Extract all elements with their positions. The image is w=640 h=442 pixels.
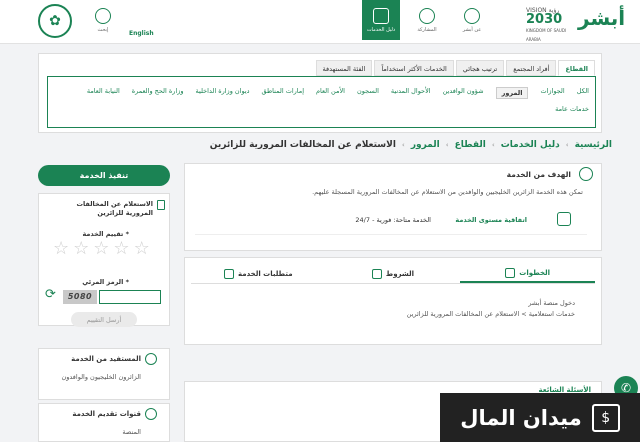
catalog-tabs: القطاع أفراد المجتمع ترتيب هجائي الخدمات… — [314, 60, 595, 76]
goal-title: الهدف من الخدمة — [506, 170, 571, 179]
tab-community[interactable]: أفراد المجتمع — [506, 60, 557, 76]
tab-most-used[interactable]: الخدمات الأكثر استخداماً — [374, 60, 454, 76]
tab-target-group[interactable]: الفئة المستهدفة — [315, 60, 373, 76]
document-icon — [157, 200, 165, 210]
rating-card: الاستعلام عن المخالفات المرورية للزائرين… — [38, 193, 170, 327]
nav-participation-label: المشاركة — [417, 26, 437, 33]
sector-chip[interactable]: السجون — [357, 87, 379, 99]
divider — [195, 234, 587, 235]
star-rating: ☆ ☆ ☆ ☆ ☆ — [53, 240, 150, 258]
steps-icon — [505, 267, 516, 278]
nav-about[interactable]: عن أبشر — [452, 0, 492, 40]
tab-alphabetical[interactable]: ترتيب هجائي — [455, 60, 505, 76]
list-item: خدمات استعلامية > الاستعلام عن المخالفات… — [406, 310, 575, 318]
service-sidebar: تنفيذ الخدمة الاستعلام عن المخالفات المر… — [38, 163, 170, 442]
channels-title: قنوات تقديم الخدمة — [72, 410, 141, 418]
chevron-left-icon: ‹ — [565, 141, 569, 149]
service-goal-card: الهدف من الخدمة تمكن هذه الخدمة الزائرين… — [184, 163, 602, 251]
service-tabs-card: الخطوات الشروط متطلبات الخدمة دخول منصة … — [184, 257, 602, 345]
beneficiary-card: المستفيد من الخدمة الزائرون الخليجيون وا… — [38, 348, 170, 400]
refresh-icon[interactable]: ⟳ — [45, 288, 56, 302]
beneficiary-value: الزائرون الخليجيون والوافدون — [61, 373, 141, 381]
service-tabs: الخطوات الشروط متطلبات الخدمة — [191, 264, 595, 284]
tab-requirements[interactable]: متطلبات الخدمة — [191, 264, 326, 283]
breadcrumb-current: الاستعلام عن المخالفات المرورية للزائرين — [209, 140, 396, 150]
service-title: الاستعلام عن المخالفات المرورية للزائرين — [76, 200, 153, 217]
ministry-emblem-icon[interactable]: ✿ — [38, 4, 72, 38]
rating-label: تقييم الخدمة * — [82, 230, 129, 238]
search-icon — [95, 7, 111, 24]
sector-chip[interactable]: الأمن العام — [316, 87, 345, 99]
sector-chip-active[interactable]: المرور — [495, 87, 529, 99]
sla-value: الخدمة متاحة: فورية - 24/7 — [355, 216, 431, 224]
book-icon — [373, 7, 389, 24]
breadcrumb: الرئيسية ‹ دليل الخدمات ‹ القطاع ‹ المرو… — [210, 140, 612, 150]
breadcrumb-home[interactable]: الرئيسية — [575, 140, 612, 150]
nav-participation[interactable]: المشاركة — [408, 0, 446, 40]
top-bar: ✿ إبحث English دليل الخدمات المشاركة عن … — [0, 0, 640, 44]
sector-chip[interactable]: الجوازات — [540, 87, 564, 99]
document-icon — [557, 212, 571, 226]
watermark-banner: ميدان المال $ — [440, 393, 640, 442]
chevron-left-icon: ‹ — [491, 141, 495, 149]
star-icon[interactable]: ☆ — [93, 240, 109, 258]
sector-chip[interactable]: شؤون الوافدين — [443, 87, 484, 99]
banner-text: ميدان المال — [460, 405, 582, 430]
catalog-panel: القطاع أفراد المجتمع ترتيب هجائي الخدمات… — [38, 53, 602, 133]
sector-list: الكل الجوازات المرور شؤون الوافدين الأحو… — [47, 76, 596, 128]
conditions-icon — [371, 268, 382, 279]
requirements-icon — [224, 268, 235, 279]
channel-icon — [145, 408, 157, 420]
captcha-label: الرمز المرئي * — [82, 278, 129, 286]
sector-chip[interactable]: ديوان وزارة الداخلية — [196, 87, 250, 99]
nav-about-label: عن أبشر — [462, 26, 482, 33]
sector-chip[interactable]: الكل — [577, 87, 589, 99]
captcha-image: 5080 — [63, 290, 97, 304]
nav-service-guide[interactable]: دليل الخدمات — [362, 0, 400, 40]
star-icon[interactable]: ☆ — [73, 240, 89, 258]
info-icon — [464, 7, 480, 24]
nav-search-label: إبحث — [97, 26, 109, 33]
sector-chip[interactable]: الأحوال المدنية — [391, 87, 431, 99]
chevron-left-icon: ‹ — [401, 141, 405, 149]
captcha-input[interactable] — [99, 290, 161, 304]
tab-sector[interactable]: القطاع — [558, 60, 595, 76]
breadcrumb-traffic[interactable]: المرور — [411, 140, 440, 150]
tab-conditions[interactable]: الشروط — [326, 264, 461, 283]
start-service-button[interactable]: تنفيذ الخدمة — [38, 165, 170, 186]
language-toggle[interactable]: English — [129, 30, 154, 37]
nav-search[interactable]: إبحث — [82, 0, 124, 40]
share-icon — [419, 7, 435, 24]
beneficiary-title: المستفيد من الخدمة — [71, 355, 141, 363]
chevron-left-icon: ‹ — [445, 141, 449, 149]
channels-card: قنوات تقديم الخدمة المنصة — [38, 403, 170, 442]
sector-chip[interactable]: إمارات المناطق — [262, 87, 304, 99]
sla-label: اتفاقية مستوى الخدمة — [455, 216, 527, 224]
channels-value: المنصة — [122, 428, 141, 436]
sector-chip[interactable]: خدمات عامة — [555, 105, 589, 113]
dollar-logo-icon: $ — [591, 403, 620, 432]
star-icon[interactable]: ☆ — [53, 240, 69, 258]
sector-chip[interactable]: النيابة العامة — [87, 87, 120, 99]
goal-description: تمكن هذه الخدمة الزائرين الخليجيين والوا… — [312, 188, 583, 196]
absher-logo[interactable]: أبشر — [578, 6, 625, 36]
list-item: دخول منصة أبشر — [528, 299, 575, 307]
users-icon — [145, 353, 157, 365]
submit-rating-button[interactable]: أرسل التقييم — [71, 312, 137, 327]
breadcrumb-sector[interactable]: القطاع — [455, 140, 486, 150]
star-icon[interactable]: ☆ — [113, 240, 129, 258]
sector-chip[interactable]: وزارة الحج والعمرة — [132, 87, 184, 99]
nav-service-guide-label: دليل الخدمات — [366, 26, 396, 33]
target-icon — [579, 167, 593, 181]
tab-steps[interactable]: الخطوات — [460, 264, 595, 283]
steps-list: دخول منصة أبشر خدمات استعلامية > الاستعل… — [407, 298, 575, 320]
breadcrumb-service-guide[interactable]: دليل الخدمات — [501, 140, 560, 150]
vision-2030-logo: VISION رؤية 2030 KINGDOM OF SAUDI ARABIA — [526, 7, 567, 42]
star-icon[interactable]: ☆ — [134, 240, 150, 258]
